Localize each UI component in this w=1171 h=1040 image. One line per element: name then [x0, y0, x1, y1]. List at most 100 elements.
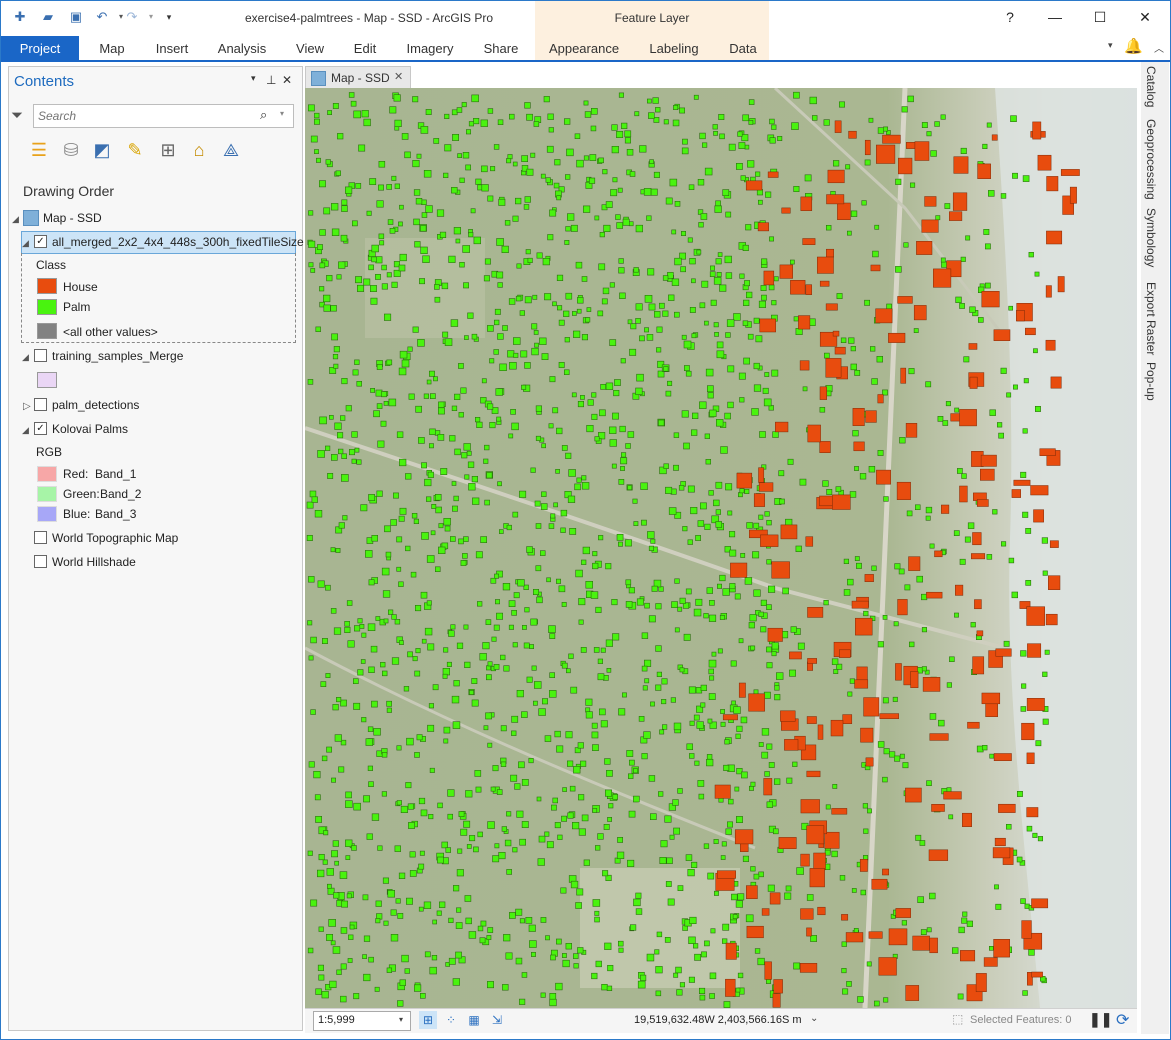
refresh-button[interactable]: ⟳: [1116, 1010, 1129, 1030]
training-collapse-icon[interactable]: ◢: [22, 352, 29, 363]
palm-detections-expand-icon[interactable]: ▷: [23, 401, 31, 412]
palm-marker: [739, 397, 745, 403]
palm-detections-visibility-checkbox[interactable]: [34, 398, 47, 411]
grid-icon[interactable]: ⁘: [442, 1011, 460, 1029]
list-by-perspective-imagery-icon[interactable]: ⟁: [219, 138, 243, 162]
scale-dropdown-icon[interactable]: ▾: [399, 1015, 403, 1024]
tab-imagery[interactable]: Imagery: [400, 36, 460, 60]
palm-marker: [458, 811, 465, 817]
list-by-labeling-icon[interactable]: ⌂: [187, 138, 211, 162]
map-tab-close-icon[interactable]: ✕: [394, 70, 403, 83]
palm-marker: [690, 506, 698, 515]
dock-tab-symbology[interactable]: Symbology: [1144, 208, 1158, 267]
kolovai-visibility-checkbox[interactable]: ✓: [34, 422, 47, 435]
dock-tab-export-raster[interactable]: Export Raster: [1144, 282, 1158, 355]
tab-analysis[interactable]: Analysis: [212, 36, 272, 60]
tab-data[interactable]: Data: [722, 36, 764, 60]
training-layer-name[interactable]: training_samples_Merge: [52, 349, 183, 363]
customize-toolbar-icon[interactable]: ▾: [160, 9, 178, 25]
palm-marker: [681, 147, 689, 155]
other-values-swatch[interactable]: [37, 323, 57, 339]
pane-close-icon[interactable]: ✕: [282, 73, 292, 87]
search-icon[interactable]: ⌕: [260, 107, 267, 123]
coordinate-dropdown-icon[interactable]: ⌄: [810, 1013, 818, 1024]
filter-icon[interactable]: ⏷: [11, 107, 23, 124]
close-button[interactable]: ✕: [1130, 6, 1160, 28]
hillshade-visibility-checkbox[interactable]: [34, 555, 47, 568]
redo-dropdown-icon[interactable]: ▾: [142, 9, 160, 25]
collapse-ribbon-icon[interactable]: ︿: [1154, 40, 1164, 55]
fixed-zoom-icon[interactable]: ⊞: [419, 1011, 437, 1029]
save-icon[interactable]: ▣: [67, 9, 85, 25]
hillshade-layer-name[interactable]: World Hillshade: [52, 555, 136, 569]
palm-marker: [721, 938, 728, 944]
dock-tab-geoprocessing[interactable]: Geoprocessing: [1144, 119, 1158, 200]
tab-view[interactable]: View: [288, 36, 332, 60]
minimize-button[interactable]: —: [1040, 6, 1070, 28]
training-swatch[interactable]: [37, 372, 57, 388]
palm-marker: [766, 801, 773, 808]
map-node-label[interactable]: Map - SSD: [43, 211, 102, 225]
map-collapse-icon[interactable]: ◢: [12, 214, 19, 225]
ribbon-options-icon[interactable]: ▾: [1108, 40, 1113, 51]
palm-marker: [356, 380, 362, 387]
palm-marker: [854, 556, 860, 561]
palm-marker: [613, 389, 620, 397]
new-project-icon[interactable]: ✚: [11, 9, 29, 25]
list-by-drawing-order-icon[interactable]: ☰: [27, 138, 51, 162]
training-visibility-checkbox[interactable]: [34, 349, 47, 362]
merged-visibility-checkbox[interactable]: ✓: [34, 235, 47, 248]
navigator-icon[interactable]: ⇲: [488, 1011, 506, 1029]
tab-insert[interactable]: Insert: [146, 36, 198, 60]
map-imagery-svg[interactable]: [305, 88, 1137, 1008]
dock-tab-catalog[interactable]: Catalog: [1144, 66, 1158, 107]
merged-collapse-icon[interactable]: ◢: [22, 238, 29, 249]
tab-map[interactable]: Map: [90, 36, 134, 60]
house-swatch[interactable]: [37, 278, 57, 294]
maximize-button[interactable]: ☐: [1085, 6, 1115, 28]
palm-marker: [591, 413, 598, 420]
merged-layer-name[interactable]: all_merged_2x2_4x4_448s_300h_fixedTileSi…: [52, 235, 304, 249]
palm-marker: [504, 839, 512, 847]
pane-options-icon[interactable]: ▾: [251, 73, 256, 84]
tab-appearance[interactable]: Appearance: [543, 36, 625, 60]
help-button[interactable]: ?: [995, 6, 1025, 28]
list-by-snapping-icon[interactable]: ⊞: [156, 138, 180, 162]
notification-bell-icon[interactable]: 🔔: [1124, 37, 1143, 55]
pin-icon[interactable]: ⊥: [266, 73, 276, 87]
palm-marker: [486, 665, 491, 671]
map-view-tab[interactable]: Map - SSD ✕: [305, 66, 411, 89]
palm-marker: [368, 494, 375, 501]
palm-marker: [477, 831, 483, 838]
redo-icon[interactable]: ↷: [123, 9, 141, 25]
search-input[interactable]: [38, 108, 258, 124]
scale-dropdown[interactable]: 1:5,999 ▾: [313, 1011, 411, 1031]
palm-marker: [882, 697, 889, 704]
undo-icon[interactable]: ↶: [93, 9, 111, 25]
table-icon[interactable]: ▦: [465, 1011, 483, 1029]
tab-project[interactable]: Project: [1, 36, 79, 60]
tab-edit[interactable]: Edit: [345, 36, 385, 60]
topo-layer-name[interactable]: World Topographic Map: [52, 531, 178, 545]
palm-marker: [708, 614, 717, 622]
palm-marker: [715, 419, 724, 427]
palm-swatch[interactable]: [37, 299, 57, 315]
tab-labeling[interactable]: Labeling: [642, 36, 706, 60]
palm-marker: [453, 495, 459, 502]
palm-marker: [456, 107, 463, 113]
map-canvas[interactable]: [305, 88, 1137, 1008]
list-by-editing-icon[interactable]: ✎: [123, 138, 147, 162]
pause-drawing-button[interactable]: ❚❚: [1089, 1011, 1112, 1028]
dock-tab-popup[interactable]: Pop-up: [1144, 362, 1158, 401]
topo-visibility-checkbox[interactable]: [34, 531, 47, 544]
palm-marker: [451, 109, 458, 116]
search-options-icon[interactable]: ▾: [280, 109, 284, 118]
palm-detections-layer-name[interactable]: palm_detections: [52, 398, 139, 412]
list-by-data-source-icon[interactable]: ⛁: [59, 138, 83, 162]
kolovai-layer-name[interactable]: Kolovai Palms: [52, 422, 128, 436]
open-folder-icon[interactable]: ▰: [39, 9, 57, 25]
list-by-selection-icon[interactable]: ◩: [90, 138, 114, 162]
palm-marker: [475, 551, 483, 559]
tab-share[interactable]: Share: [478, 36, 524, 60]
kolovai-collapse-icon[interactable]: ◢: [22, 425, 29, 436]
